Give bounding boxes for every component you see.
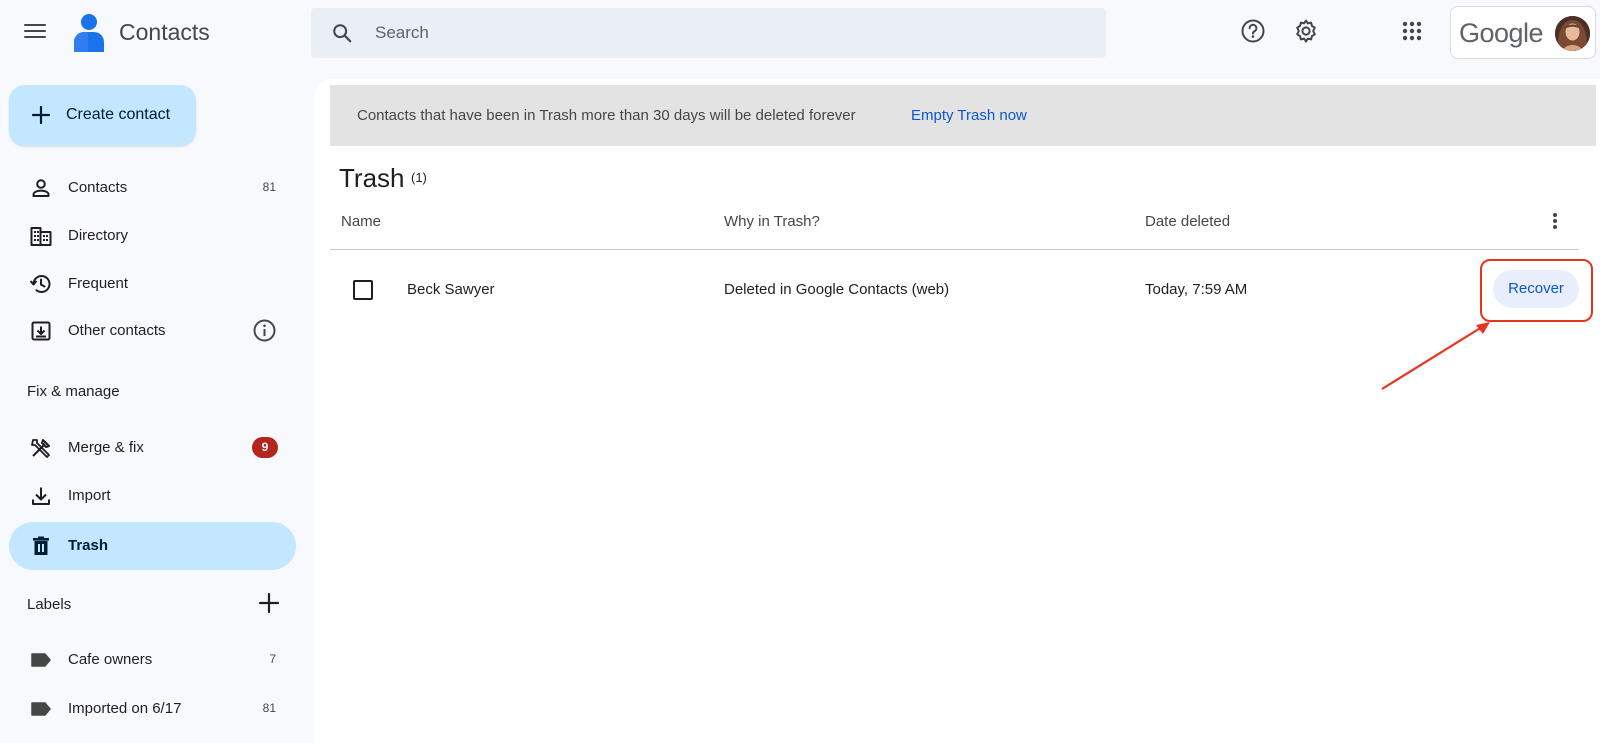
google-wordmark: Google <box>1459 18 1544 48</box>
trash-count: (1) <box>411 170 427 185</box>
sidebar-label-cafe-owners[interactable]: Cafe owners 7 <box>9 636 296 684</box>
sidebar-item-trash[interactable]: Trash <box>9 522 296 570</box>
sidebar-item-import[interactable]: Import <box>9 472 296 520</box>
sidebar-item-label: Cafe owners <box>68 651 153 668</box>
search-icon[interactable] <box>331 22 353 44</box>
trash-notice-banner: Contacts that have been in Trash more th… <box>330 85 1596 146</box>
contacts-count: 81 <box>262 180 276 194</box>
page-title: Trash <box>339 163 405 193</box>
merge-fix-icon <box>31 439 50 458</box>
trash-icon <box>33 536 49 555</box>
empty-trash-link[interactable]: Empty Trash now <box>911 107 1027 124</box>
sidebar-item-label: Directory <box>68 227 129 244</box>
merge-count-badge: 9 <box>252 437 278 458</box>
sidebar-item-merge-fix[interactable]: Merge & fix 9 <box>9 424 296 472</box>
sidebar-item-label: Merge & fix <box>68 439 144 456</box>
contacts-logo-icon <box>74 14 104 52</box>
sidebar-item-contacts[interactable]: Contacts 81 <box>9 164 296 212</box>
sidebar-item-label: Imported on 6/17 <box>68 700 182 717</box>
main-panel <box>314 79 1600 743</box>
sidebar-item-label: Frequent <box>68 275 129 292</box>
column-header-date: Date deleted <box>1145 213 1231 230</box>
help-icon[interactable] <box>1239 17 1267 45</box>
fix-manage-heading: Fix & manage <box>27 383 120 400</box>
sidebar-item-other-contacts[interactable]: Other contacts <box>9 307 296 355</box>
search-input[interactable] <box>375 8 1075 58</box>
label-tag-icon <box>31 702 51 716</box>
person-icon <box>32 179 50 197</box>
app-title: Contacts <box>119 19 210 45</box>
main-menu-button[interactable] <box>22 20 48 44</box>
sidebar-label-imported[interactable]: Imported on 6/17 81 <box>9 685 296 733</box>
user-avatar[interactable] <box>1555 16 1590 51</box>
apps-grid-icon[interactable] <box>1398 17 1426 45</box>
annotation-highlight-box <box>1480 259 1593 322</box>
sidebar-item-frequent[interactable]: Frequent <box>9 260 296 308</box>
trash-reason: Deleted in Google Contacts (web) <box>724 281 950 298</box>
contact-name: Beck Sawyer <box>407 281 495 298</box>
label-count: 81 <box>262 701 276 715</box>
label-tag-icon <box>31 653 51 667</box>
download-icon <box>32 487 50 505</box>
sidebar-item-label: Trash <box>68 537 109 554</box>
sidebar-item-directory[interactable]: Directory <box>9 212 296 260</box>
annotation-arrow-icon <box>1381 322 1490 390</box>
account-switcher[interactable]: Google <box>1450 6 1596 59</box>
archive-download-icon <box>31 321 51 341</box>
sidebar-item-label: Other contacts <box>68 322 166 339</box>
table-row[interactable]: Beck Sawyer Deleted in Google Contacts (… <box>330 260 1579 318</box>
settings-gear-icon[interactable] <box>1292 17 1320 45</box>
info-icon[interactable] <box>252 318 277 343</box>
sidebar-item-label: Import <box>68 487 111 504</box>
header-divider <box>330 249 1579 250</box>
create-contact-label: Create contact <box>66 106 171 123</box>
search-bar[interactable] <box>311 8 1106 58</box>
row-checkbox[interactable] <box>353 280 373 300</box>
date-deleted: Today, 7:59 AM <box>1145 281 1248 298</box>
building-icon <box>30 227 52 246</box>
column-header-name: Name <box>341 213 382 230</box>
banner-message: Contacts that have been in Trash more th… <box>357 107 856 124</box>
more-options-icon[interactable] <box>1547 211 1563 233</box>
add-label-plus-icon[interactable] <box>256 590 282 616</box>
label-count: 7 <box>269 652 276 666</box>
history-icon <box>29 275 51 293</box>
create-contact-button[interactable]: Create contact <box>9 85 196 146</box>
plus-icon <box>31 105 51 125</box>
sidebar-item-label: Contacts <box>68 179 128 196</box>
column-header-why: Why in Trash? <box>724 213 820 230</box>
labels-heading: Labels <box>27 596 72 613</box>
